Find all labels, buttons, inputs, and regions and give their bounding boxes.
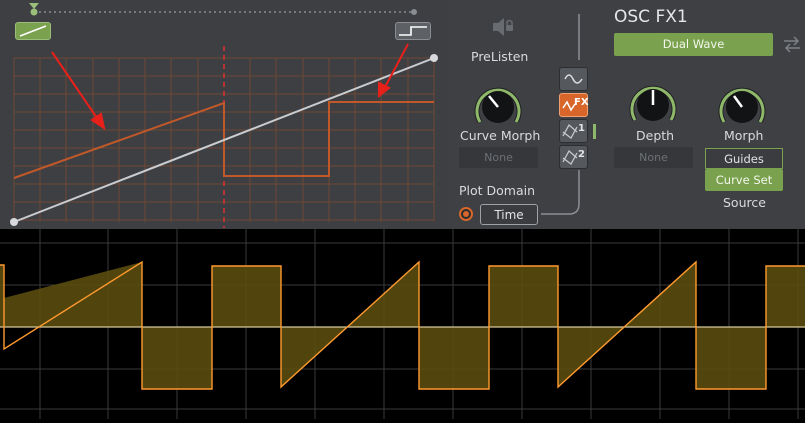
oscilloscope-display [0,229,805,419]
depth-label: Depth [636,128,675,143]
prelisten-label: PreListen [471,49,529,64]
annotation-arrow-left [51,51,106,131]
curve-morph-label: Curve Morph [460,128,541,143]
page-title: OSC FX1 [614,7,688,27]
sine-wave-icon [564,74,583,84]
swap-arrows-icon[interactable] [782,34,802,54]
morph-label: Morph [724,128,764,143]
curve-morph-field[interactable]: None [459,147,538,168]
speaker-lock-icon[interactable] [490,14,516,40]
two-label: 2 [578,149,585,160]
source-option-guides[interactable]: Guides [705,148,783,169]
fx-wave-button[interactable]: FX [559,93,589,117]
mode-select-button[interactable]: Dual Wave [614,33,773,56]
one-label: 1 [578,123,585,134]
curve-morph-knob[interactable] [469,78,527,128]
step-morph-button[interactable] [395,22,431,40]
scope-wave-fill [0,262,805,389]
curve-set-one-button[interactable]: 1 [559,119,588,143]
osc-fx-panel: PreListen Curve Morph None Plot Domain T… [0,0,805,229]
curve-editor[interactable] [0,0,449,229]
depth-field[interactable]: None [614,147,693,168]
curve-editor-canvas[interactable] [0,0,449,229]
sine-wave-button[interactable] [559,67,588,91]
top-slider[interactable] [29,3,417,16]
linear-morph-button[interactable] [15,22,51,40]
oscilloscope-canvas [0,229,805,419]
curve-set-two-button[interactable]: 2 [559,145,588,169]
morph-knob[interactable] [713,78,771,128]
curve-end-handle[interactable] [430,54,438,62]
fx-label: FX [574,97,589,108]
plot-domain-label: Plot Domain [459,183,536,198]
source-label: Source [723,195,766,210]
source-option-curve-set[interactable]: Curve Set [705,169,783,191]
depth-knob[interactable] [624,76,682,126]
active-indicator [593,124,596,139]
layers-icon [562,123,578,139]
curve-start-handle[interactable] [10,218,18,226]
plot-domain-select[interactable]: Time [480,204,538,225]
layers-icon-2 [562,149,578,165]
plot-domain-radio[interactable] [459,207,473,221]
